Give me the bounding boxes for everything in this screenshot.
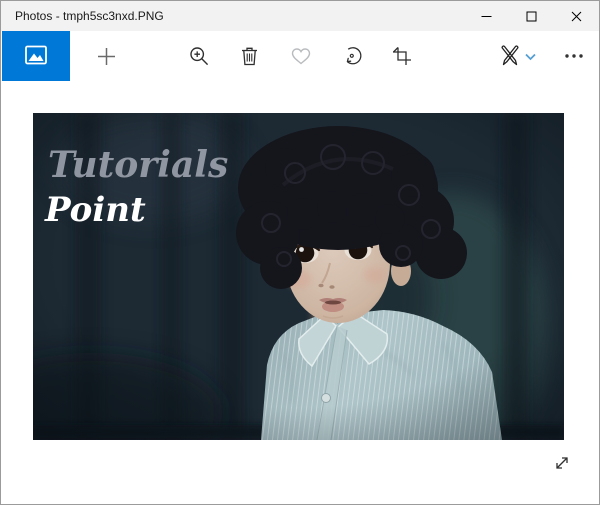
crop-icon [392,46,412,66]
maximize-icon [526,11,537,22]
chevron-down-icon [525,49,536,64]
minimize-button[interactable] [464,1,509,31]
viewer-area: Tutorials Point [2,81,599,504]
rotate-button[interactable] [330,31,374,81]
photos-app-window: Photos - tmph5sc3nxd.PNG [0,0,600,505]
plus-icon [97,47,116,66]
ellipsis-icon [564,53,584,59]
magnifier-plus-icon [189,46,209,66]
fullscreen-button[interactable] [548,450,576,478]
trash-icon [240,46,259,66]
close-button[interactable] [554,1,599,31]
watermark-line1: Tutorials [48,144,228,186]
window-title: Photos - tmph5sc3nxd.PNG [15,9,164,23]
pencil-brush-icon [499,44,521,69]
window-titlebar: Photos - tmph5sc3nxd.PNG [1,1,599,31]
window-controls [464,1,599,31]
delete-button[interactable] [227,31,271,81]
close-icon [571,11,582,22]
maximize-button[interactable] [509,1,554,31]
add-to-button[interactable] [84,31,128,81]
edit-and-create-button[interactable] [486,31,548,81]
photo-image[interactable]: Tutorials Point [33,113,564,440]
toolbar [2,31,599,81]
zoom-in-button[interactable] [177,31,221,81]
heart-icon [291,47,311,65]
expand-diagonal-icon [553,454,571,475]
photo-icon [24,44,48,69]
favorite-button[interactable] [279,31,323,81]
see-all-photos-button[interactable] [2,31,70,81]
see-more-button[interactable] [552,31,596,81]
rotate-icon [342,46,362,66]
watermark-line2: Point [44,190,146,230]
minimize-icon [481,11,492,22]
crop-button[interactable] [380,31,424,81]
